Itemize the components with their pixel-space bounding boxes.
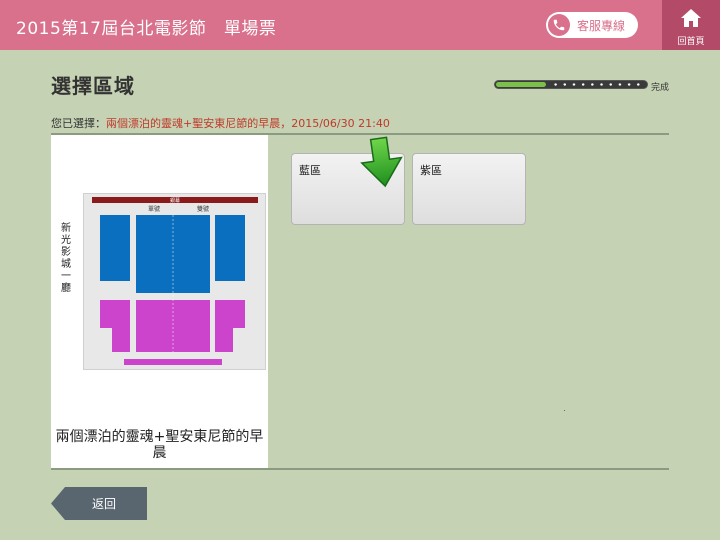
progress-steps (551, 83, 643, 86)
zone-blue-label: 藍區 (299, 164, 321, 177)
progress-bar (494, 80, 648, 89)
blue-block-center (136, 215, 210, 293)
home-label: 回首頁 (677, 37, 705, 47)
customer-service-button[interactable]: 客服專線 (546, 12, 638, 38)
back-label: 返回 (91, 497, 116, 511)
home-button[interactable]: 回首頁 (662, 0, 720, 50)
back-button[interactable]: 返回 (51, 487, 147, 520)
blue-block-right (215, 215, 245, 281)
seat-map: 銀幕 單號 雙號 (83, 193, 266, 370)
screen-label: 銀幕 (170, 197, 180, 204)
selection-prefix: 您已選擇： (51, 117, 106, 130)
festival-title: 2015第17屆台北電影節 單場票 (16, 19, 277, 39)
home-icon (680, 8, 702, 32)
right-aisle-label: 雙號 (197, 205, 209, 213)
purple-block-right (215, 300, 245, 352)
header-bar: 2015第17屆台北電影節 單場票 客服專線 回首頁 (0, 0, 720, 50)
purple-back-row (124, 359, 222, 365)
purple-block-left (100, 300, 130, 352)
selection-value: 兩個漂泊的靈魂+聖安東尼節的早晨，2015/06/30 21:40 (106, 117, 390, 130)
progress-fill (496, 82, 546, 87)
left-aisle-label: 單號 (148, 205, 160, 213)
selection-info: 您已選擇：兩個漂泊的靈魂+聖安東尼節的早晨，2015/06/30 21:40 (51, 115, 390, 131)
blue-block-left (100, 215, 130, 281)
zone-purple-button[interactable]: 紫區 (412, 153, 526, 225)
movie-panel: 新光影城 一廳 銀幕 單號 雙號 兩個漂泊的靈魂+聖安東尼節的早晨 (51, 135, 268, 468)
divider-bottom (51, 468, 669, 470)
zone-purple-label: 紫區 (420, 164, 442, 177)
customer-service-label: 客服專線 (577, 18, 626, 33)
cinema-name: 新光影城 一廳 (61, 223, 71, 294)
progress-complete-label: 完成 (651, 83, 670, 93)
arrow-down-icon (356, 136, 412, 194)
movie-title: 兩個漂泊的靈魂+聖安東尼節的早晨 (55, 429, 264, 461)
decorative-dot (564, 410, 565, 411)
page-title: 選擇區域 (51, 74, 135, 98)
phone-icon (548, 14, 570, 36)
